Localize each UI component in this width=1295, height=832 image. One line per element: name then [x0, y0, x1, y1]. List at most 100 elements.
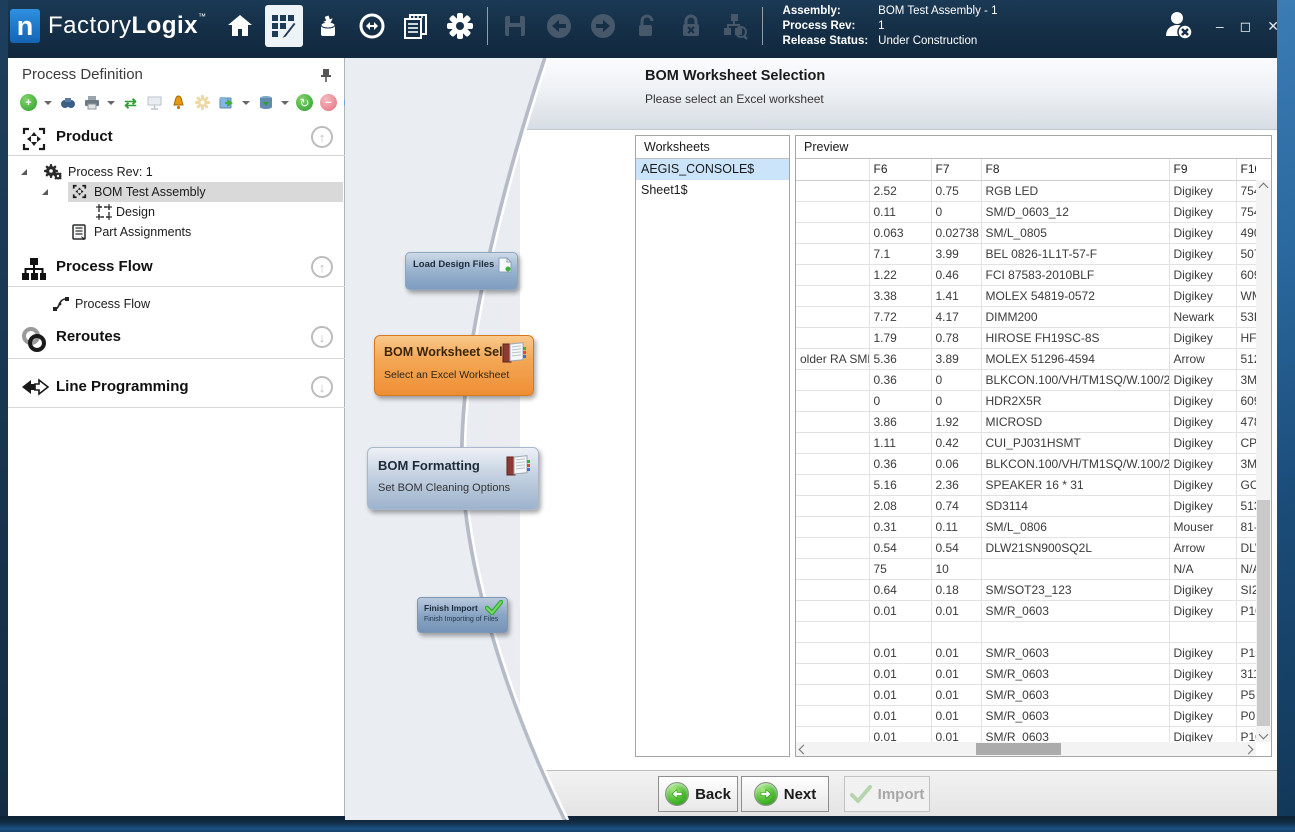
table-row[interactable]: 1.790.78HIROSE FH19SC-8SDigikeyHF: [796, 327, 1256, 348]
home-icon[interactable]: [221, 5, 259, 47]
collapse-down-arrow-icon[interactable]: ↓: [311, 326, 333, 348]
recycle-dropdown-caret[interactable]: [281, 101, 289, 105]
remove-icon[interactable]: −: [320, 94, 337, 111]
column-header[interactable]: F9: [1169, 159, 1236, 180]
table-row[interactable]: 0.360.06BLKCON.100/VH/TM1SQ/W.100/2Digik…: [796, 453, 1256, 474]
step-finish-import[interactable]: Finish Import Finish Importing of Files: [417, 597, 508, 633]
table-row[interactable]: 0.010.01SM/R_0603DigikeyP10: [796, 600, 1256, 621]
tree-item-process-rev[interactable]: Process Rev: 1: [8, 162, 345, 183]
tree-item-bom-test-assembly[interactable]: BOM Test Assembly: [8, 182, 345, 203]
expander-icon[interactable]: [21, 169, 27, 175]
tree-item-part-assignments[interactable]: Part Assignments: [8, 222, 345, 243]
user-signout-icon[interactable]: [1160, 5, 1198, 47]
table-row[interactable]: 0.110SM/D_0603_12Digikey754: [796, 201, 1256, 222]
forward-icon[interactable]: [584, 5, 622, 47]
maximize-button[interactable]: ◻: [1240, 18, 1252, 35]
collapse-up-arrow-icon[interactable]: ↑: [311, 256, 333, 278]
scroll-up-icon[interactable]: [1259, 183, 1269, 193]
table-row[interactable]: 2.520.75RGB LEDDigikey754: [796, 180, 1256, 201]
column-header[interactable]: F10: [1236, 159, 1256, 180]
expander-icon[interactable]: [42, 189, 48, 195]
presentation-icon[interactable]: [146, 94, 163, 111]
table-row[interactable]: 0.010.01SM/R_0603DigikeyP15: [796, 642, 1256, 663]
table-row[interactable]: 7510N/AN/A: [796, 558, 1256, 579]
back-button[interactable]: Back: [658, 776, 738, 812]
minimize-button[interactable]: –: [1216, 18, 1224, 35]
table-row[interactable]: 0.540.54DLW21SN900SQ2LArrowDLW: [796, 537, 1256, 558]
worksheet-item-sheet1[interactable]: Sheet1$: [636, 180, 789, 201]
unlock-icon[interactable]: [628, 5, 666, 47]
table-row[interactable]: [796, 621, 1256, 642]
scroll-left-icon[interactable]: [799, 744, 809, 754]
column-header[interactable]: F8: [981, 159, 1169, 180]
table-row[interactable]: 0.010.01SM/R_0603DigikeyP0.: [796, 705, 1256, 726]
section-label: Product: [56, 128, 113, 145]
lock-discard-icon[interactable]: [672, 5, 710, 47]
section-reroutes[interactable]: Reroutes ↓: [8, 324, 345, 354]
save-icon[interactable]: [496, 5, 534, 47]
process-definition-icon[interactable]: [265, 5, 303, 47]
bell-icon[interactable]: [170, 94, 187, 111]
find-icon[interactable]: [59, 94, 76, 111]
import-button[interactable]: Import: [844, 776, 930, 812]
table-row[interactable]: older RA SMD5.363.89MOLEX 51296-4594Arro…: [796, 348, 1256, 369]
vertical-scrollbar[interactable]: [1256, 180, 1271, 742]
section-process-flow[interactable]: Process Flow ↑: [8, 254, 345, 284]
step-bom-formatting[interactable]: BOM Formatting Set BOM Cleaning Options: [367, 447, 539, 510]
column-header[interactable]: [796, 159, 869, 180]
table-row[interactable]: 0.310.11SM/L_0806Mouser81-: [796, 516, 1256, 537]
tree-item-design[interactable]: Design: [8, 202, 345, 223]
release-search-icon[interactable]: [716, 5, 754, 47]
sync-icon[interactable]: [353, 5, 391, 47]
add-icon[interactable]: +: [20, 94, 37, 111]
step-load-design-files[interactable]: Load Design Files: [405, 252, 518, 290]
table-row[interactable]: 3.381.41MOLEX 54819-0572DigikeyWM: [796, 285, 1256, 306]
export-dropdown-caret[interactable]: [242, 101, 250, 105]
table-row[interactable]: 00HDR2X5RDigikey609: [796, 390, 1256, 411]
back-icon[interactable]: [540, 5, 578, 47]
refresh-parts-icon[interactable]: ⇄: [122, 94, 139, 111]
section-product[interactable]: Product ↑: [8, 124, 345, 154]
next-button[interactable]: Next: [741, 776, 829, 812]
horizontal-scroll-thumb[interactable]: [976, 743, 1061, 755]
table-row[interactable]: 0.010.01SM/R_0603Digikey311: [796, 663, 1256, 684]
tree-item-process-flow[interactable]: Process Flow: [8, 294, 345, 315]
documents-icon[interactable]: [397, 5, 435, 47]
add-dropdown-caret[interactable]: [44, 101, 52, 105]
print-dropdown-caret[interactable]: [107, 101, 115, 105]
vertical-scroll-thumb[interactable]: [1257, 500, 1270, 726]
scroll-right-icon[interactable]: [1244, 744, 1254, 754]
worksheet-item-aegis-console[interactable]: AEGIS_CONSOLE$: [636, 159, 789, 180]
table-row[interactable]: 1.220.46FCI 87583-2010BLFDigikey609: [796, 264, 1256, 285]
settings-gear-icon[interactable]: [441, 5, 479, 47]
table-cell: 754: [1236, 180, 1256, 201]
table-row[interactable]: 0.010.01SM/R_0603DigikeyP51: [796, 684, 1256, 705]
step-bom-worksheet-selection[interactable]: BOM Worksheet Sel... Select an Excel Wor…: [374, 335, 534, 396]
table-row[interactable]: 0.010.01SM/R_0603DigikeyP10: [796, 726, 1256, 742]
column-header[interactable]: F7: [931, 159, 981, 180]
import-data-icon[interactable]: [309, 5, 347, 47]
horizontal-scrollbar[interactable]: [796, 742, 1256, 756]
print-icon[interactable]: [83, 94, 100, 111]
section-line-programming[interactable]: Line Programming ↓: [8, 374, 345, 404]
table-row[interactable]: 7.13.99BEL 0826-1L1T-57-FDigikey507: [796, 243, 1256, 264]
pin-icon[interactable]: [320, 68, 332, 87]
collapse-up-arrow-icon[interactable]: ↑: [311, 126, 333, 148]
table-row[interactable]: 0.0630.02738SM/L_0805Digikey490: [796, 222, 1256, 243]
sync-green-icon[interactable]: ↻: [296, 94, 313, 111]
scroll-down-icon[interactable]: [1259, 730, 1269, 740]
recycle-icon[interactable]: [257, 94, 274, 111]
table-row[interactable]: 7.724.17DIMM200Newark53B: [796, 306, 1256, 327]
table-row[interactable]: 1.110.42CUI_PJ031HSMTDigikeyCP: [796, 432, 1256, 453]
table-row[interactable]: 3.861.92MICROSDDigikey478: [796, 411, 1256, 432]
table-cell: [796, 474, 869, 495]
table-cell: 0.75: [931, 180, 981, 201]
table-row[interactable]: 0.360BLKCON.100/VH/TM1SQ/W.100/2Digikey3…: [796, 369, 1256, 390]
export-icon[interactable]: [218, 94, 235, 111]
collapse-down-arrow-icon[interactable]: ↓: [311, 376, 333, 398]
table-row[interactable]: 2.080.74SD3114Digikey513: [796, 495, 1256, 516]
table-row[interactable]: 5.162.36SPEAKER 16 * 31DigikeyGC: [796, 474, 1256, 495]
column-header[interactable]: F6: [869, 159, 931, 180]
gear-icon[interactable]: [194, 94, 211, 111]
table-row[interactable]: 0.640.18SM/SOT23_123DigikeySI2: [796, 579, 1256, 600]
